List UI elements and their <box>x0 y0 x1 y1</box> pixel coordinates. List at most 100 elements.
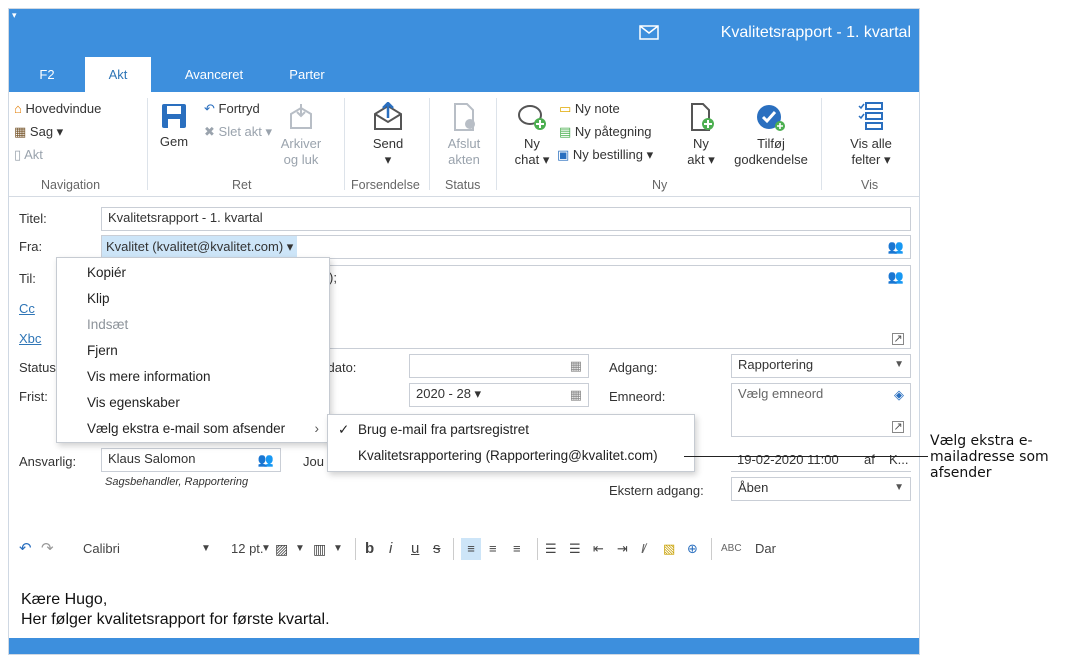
ny-chat-button[interactable]: Ny chat ▾ <box>509 102 555 168</box>
align-left-icon[interactable]: ≡ <box>461 538 481 560</box>
chevron-down-icon[interactable]: ▼ <box>894 359 904 370</box>
tab-f2[interactable]: F2 <box>27 57 67 92</box>
font-color-icon[interactable]: ▥ <box>313 532 326 566</box>
font-size-dropdown[interactable]: 12 pt. <box>231 532 264 566</box>
hovedvindue-button[interactable]: ⌂ Hovedvindue <box>14 101 101 116</box>
ny-akt-button[interactable]: Ny akt ▾ <box>681 102 721 168</box>
submenu-item-brug-email-partsregistret[interactable]: ✓ Brug e-mail fra partsregistret <box>328 417 694 443</box>
sag-button[interactable]: ▦ Sag ▾ <box>14 124 63 140</box>
save-icon <box>162 104 186 128</box>
tilfoej-godkendelse-button[interactable]: Tilføj godkendelse <box>729 102 813 168</box>
expand-icon[interactable]: ↗ <box>892 333 904 345</box>
delete-icon: ✖ <box>204 124 215 139</box>
chevron-down-icon[interactable]: ▼ <box>333 532 343 566</box>
spellcheck-icon[interactable]: ABC <box>721 532 742 566</box>
tag-icon[interactable]: ◈ <box>894 387 904 403</box>
arkiver-og-luk-button[interactable]: Arkiver og luk <box>277 102 325 168</box>
note-icon: ▭ <box>559 101 572 116</box>
frist-field[interactable]: 2020 - 28 ▾ ▦ <box>409 383 589 407</box>
calendar-icon[interactable]: ▦ <box>570 387 582 403</box>
menu-item-vaelg-ekstra-email[interactable]: Vælg ekstra e-mail som afsender › <box>57 416 329 442</box>
align-center-icon[interactable]: ≡ <box>489 532 497 566</box>
italic-button[interactable]: i <box>389 532 392 566</box>
send-button[interactable]: Send ▾ <box>365 101 411 168</box>
align-right-icon[interactable]: ≡ <box>513 532 521 566</box>
undo-icon: ↶ <box>204 101 215 116</box>
case-icon: ▦ <box>14 124 27 139</box>
ny-bestilling-button[interactable]: ▣ Ny bestilling ▾ <box>557 147 653 163</box>
emneord-label: Emneord: <box>609 389 666 404</box>
fra-selected-sender[interactable]: Kvalitet (kvalitet@kvalitet.com) ▾ <box>102 236 298 258</box>
menu-item-vis-mere-information[interactable]: Vis mere information <box>57 364 329 390</box>
group-label-vis: Vis <box>861 178 879 192</box>
tab-akt[interactable]: Akt <box>85 57 151 92</box>
calendar-icon[interactable]: ▦ <box>570 358 582 374</box>
ny-note-button[interactable]: ▭ Ny note <box>559 101 620 117</box>
cc-link[interactable]: Cc <box>19 301 35 316</box>
ekstern-adgang-dropdown[interactable]: Åben ▼ <box>731 477 911 501</box>
menu-item-fjern[interactable]: Fjern <box>57 338 329 364</box>
titel-field[interactable]: Kvalitetsrapport - 1. kvartal <box>101 207 911 231</box>
ny-bestilling-label: Ny bestilling ▾ <box>572 147 654 162</box>
slet-akt-button[interactable]: ✖ Slet akt ▾ <box>204 124 272 140</box>
tilfoej-label-1: Tilføj <box>757 136 785 151</box>
ny-paategning-button[interactable]: ▤ Ny påtegning <box>559 124 652 140</box>
chevron-down-icon[interactable]: ▼ <box>295 532 305 566</box>
underline-button[interactable]: u <box>411 532 419 566</box>
xbc-link[interactable]: Xbc <box>19 331 41 346</box>
undo-icon[interactable]: ↶ <box>19 532 32 566</box>
tab-parter[interactable]: Parter <box>281 57 333 92</box>
ansvarlig-field[interactable]: Klaus Salomon 👥 <box>101 448 281 472</box>
submenu-item-kvalitetsrapportering[interactable]: Kvalitetsrapportering (Rapportering@kval… <box>328 443 694 469</box>
tab-avanceret[interactable]: Avanceret <box>169 57 259 92</box>
dato-field[interactable]: ▦ <box>409 354 589 378</box>
redo-icon[interactable]: ↷ <box>41 532 54 566</box>
menu-item-klip[interactable]: Klip <box>57 286 329 312</box>
address-book-icon[interactable]: 👥 <box>888 239 904 255</box>
strikethrough-button[interactable]: s <box>433 532 441 566</box>
font-family-dropdown[interactable]: Calibri <box>83 532 120 566</box>
clear-formatting-icon[interactable]: I̸ <box>641 532 645 566</box>
callout-line-3: afsender <box>930 465 992 481</box>
fra-label: Fra: <box>19 239 43 254</box>
outdent-icon[interactable]: ⇤ <box>593 532 604 566</box>
menu-item-vis-egenskaber[interactable]: Vis egenskaber <box>57 390 329 416</box>
expand-icon[interactable]: ↗ <box>892 421 904 433</box>
afslut-akten-button[interactable]: Afslut akten <box>441 102 487 168</box>
address-book-icon[interactable]: 👥 <box>258 452 274 468</box>
callout-annotation: Vælg ekstra e- mailadresse som afsender <box>930 433 1049 481</box>
highlight-color-icon[interactable]: ▨ <box>275 532 288 566</box>
slet-akt-label: Slet akt ▾ <box>218 124 273 139</box>
indent-icon[interactable]: ⇥ <box>617 532 628 566</box>
fortryd-label: Fortryd <box>218 101 260 116</box>
quick-access-toolbar-toggle[interactable]: ▾ <box>12 10 17 21</box>
submenu-item-label: Brug e-mail fra partsregistret <box>358 422 530 437</box>
ansvarlig-label: Ansvarlig: <box>19 454 77 469</box>
body-line: Kære Hugo, <box>21 591 108 608</box>
gem-button[interactable]: Gem <box>157 102 191 150</box>
akt-nav-button[interactable]: ▯ Akt <box>14 147 43 163</box>
title-bar: ▾ Kvalitetsrapport - 1. kvartal <box>9 9 919 57</box>
insert-link-icon[interactable]: ⊕ <box>687 532 698 566</box>
finish-document-icon <box>454 103 475 131</box>
more-toolbar-item[interactable]: Dar <box>755 532 776 566</box>
bold-button[interactable]: b <box>365 532 374 566</box>
menu-item-kopier[interactable]: Kopiér <box>57 260 329 286</box>
chevron-down-icon[interactable]: ▼ <box>894 482 904 493</box>
numbered-list-icon[interactable]: ☰ <box>545 532 557 566</box>
insert-image-icon[interactable]: ▧ <box>663 532 675 566</box>
tilfoej-label-2: godkendelse <box>734 152 808 167</box>
fortryd-button[interactable]: ↶ Fortryd <box>204 101 260 117</box>
address-book-icon[interactable]: 👥 <box>888 269 904 285</box>
chevron-down-icon[interactable]: ▼ <box>261 532 271 566</box>
message-body[interactable]: Kære Hugo, Her følger kvalitetsrapport f… <box>21 590 330 630</box>
fra-field[interactable]: Kvalitet (kvalitet@kvalitet.com) ▾ 👥 <box>101 235 911 259</box>
chevron-down-icon[interactable]: ▼ <box>201 532 211 566</box>
ribbon-separator <box>344 98 345 190</box>
divider <box>731 471 911 472</box>
emneord-field[interactable]: Vælg emneord ◈ ↗ <box>731 383 911 437</box>
bulleted-list-icon[interactable]: ☰ <box>569 532 581 566</box>
adgang-dropdown[interactable]: Rapportering ▼ <box>731 354 911 378</box>
ribbon-separator <box>496 98 497 190</box>
vis-alle-felter-button[interactable]: Vis alle felter ▾ <box>841 100 901 168</box>
